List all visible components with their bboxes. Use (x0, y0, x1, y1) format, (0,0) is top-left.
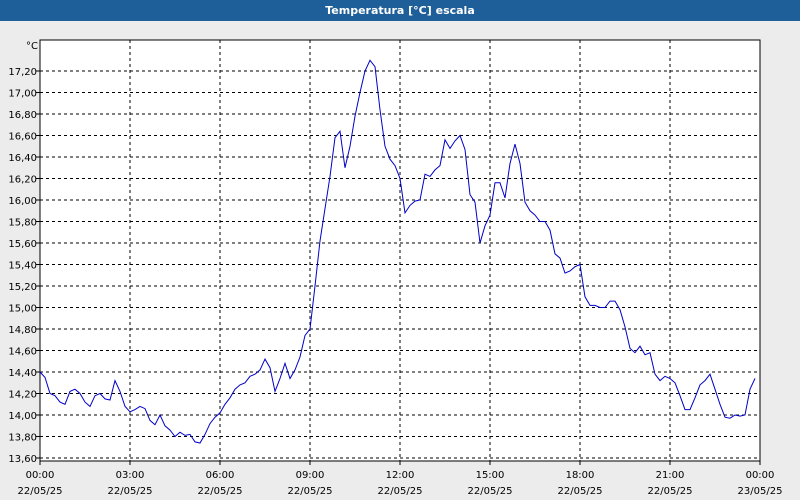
x-tick-time: 15:00 (476, 470, 505, 481)
x-tick-time: 00:00 (746, 470, 775, 481)
x-tick-time: 12:00 (386, 470, 415, 481)
x-tick-date: 22/05/25 (288, 486, 333, 497)
y-tick-labels: 13,60 13,80 14,00 14,20 14,40 14,60 14,80 15,00… (8, 67, 37, 465)
y-tick-label: 13,80 (8, 433, 37, 444)
x-tick-time: 18:00 (566, 470, 595, 481)
y-tick-label: 13,60 (8, 454, 37, 465)
y-tick-label: 15,80 (8, 218, 37, 229)
y-tick-label: 16,00 (8, 196, 37, 207)
y-tick-label: 17,20 (8, 67, 37, 78)
x-tick-labels: 00:00 22/05/25 03:00 22/05/25 06:00 22/05/25 0… (18, 470, 783, 497)
x-tick-date: 22/05/25 (468, 486, 513, 497)
y-tick-label: 14,40 (8, 368, 37, 379)
x-tick-time: 00:00 (26, 470, 55, 481)
y-tick-label: 16,60 (8, 132, 37, 143)
y-tick-label: 16,80 (8, 110, 37, 121)
y-tick-label: 16,20 (8, 175, 37, 186)
chart-window: Temperatura [°C] escala 13,60 13,80 14,00 1… (0, 0, 800, 500)
x-tick-time: 21:00 (656, 470, 685, 481)
y-tick-label: 14,00 (8, 411, 37, 422)
y-tick-label: 14,60 (8, 347, 37, 358)
y-tick-label: 15,00 (8, 304, 37, 315)
x-tick-date: 22/05/25 (648, 486, 693, 497)
y-tick-label: 15,60 (8, 239, 37, 250)
x-tick-time: 09:00 (296, 470, 325, 481)
x-tick-time: 06:00 (206, 470, 235, 481)
y-tick-label: 14,20 (8, 390, 37, 401)
x-tick-date: 22/05/25 (378, 486, 423, 497)
y-tick-label: 14,80 (8, 325, 37, 336)
x-tick-time: 03:00 (116, 470, 145, 481)
temperature-chart: 13,60 13,80 14,00 14,20 14,40 14,60 14,80 15,00… (8, 39, 783, 497)
y-tick-label: 16,40 (8, 153, 37, 164)
y-tick-label: 15,40 (8, 261, 37, 272)
x-tick-date: 22/05/25 (558, 486, 603, 497)
x-tick-date: 22/05/25 (198, 486, 243, 497)
y-tick-label: 15,20 (8, 282, 37, 293)
x-tick-date: 22/05/25 (108, 486, 153, 497)
y-tick-label: 17,00 (8, 89, 37, 100)
x-tick-date: 23/05/25 (738, 486, 783, 497)
x-tick-date: 22/05/25 (18, 486, 63, 497)
y-axis-unit-label: °C (26, 41, 38, 52)
